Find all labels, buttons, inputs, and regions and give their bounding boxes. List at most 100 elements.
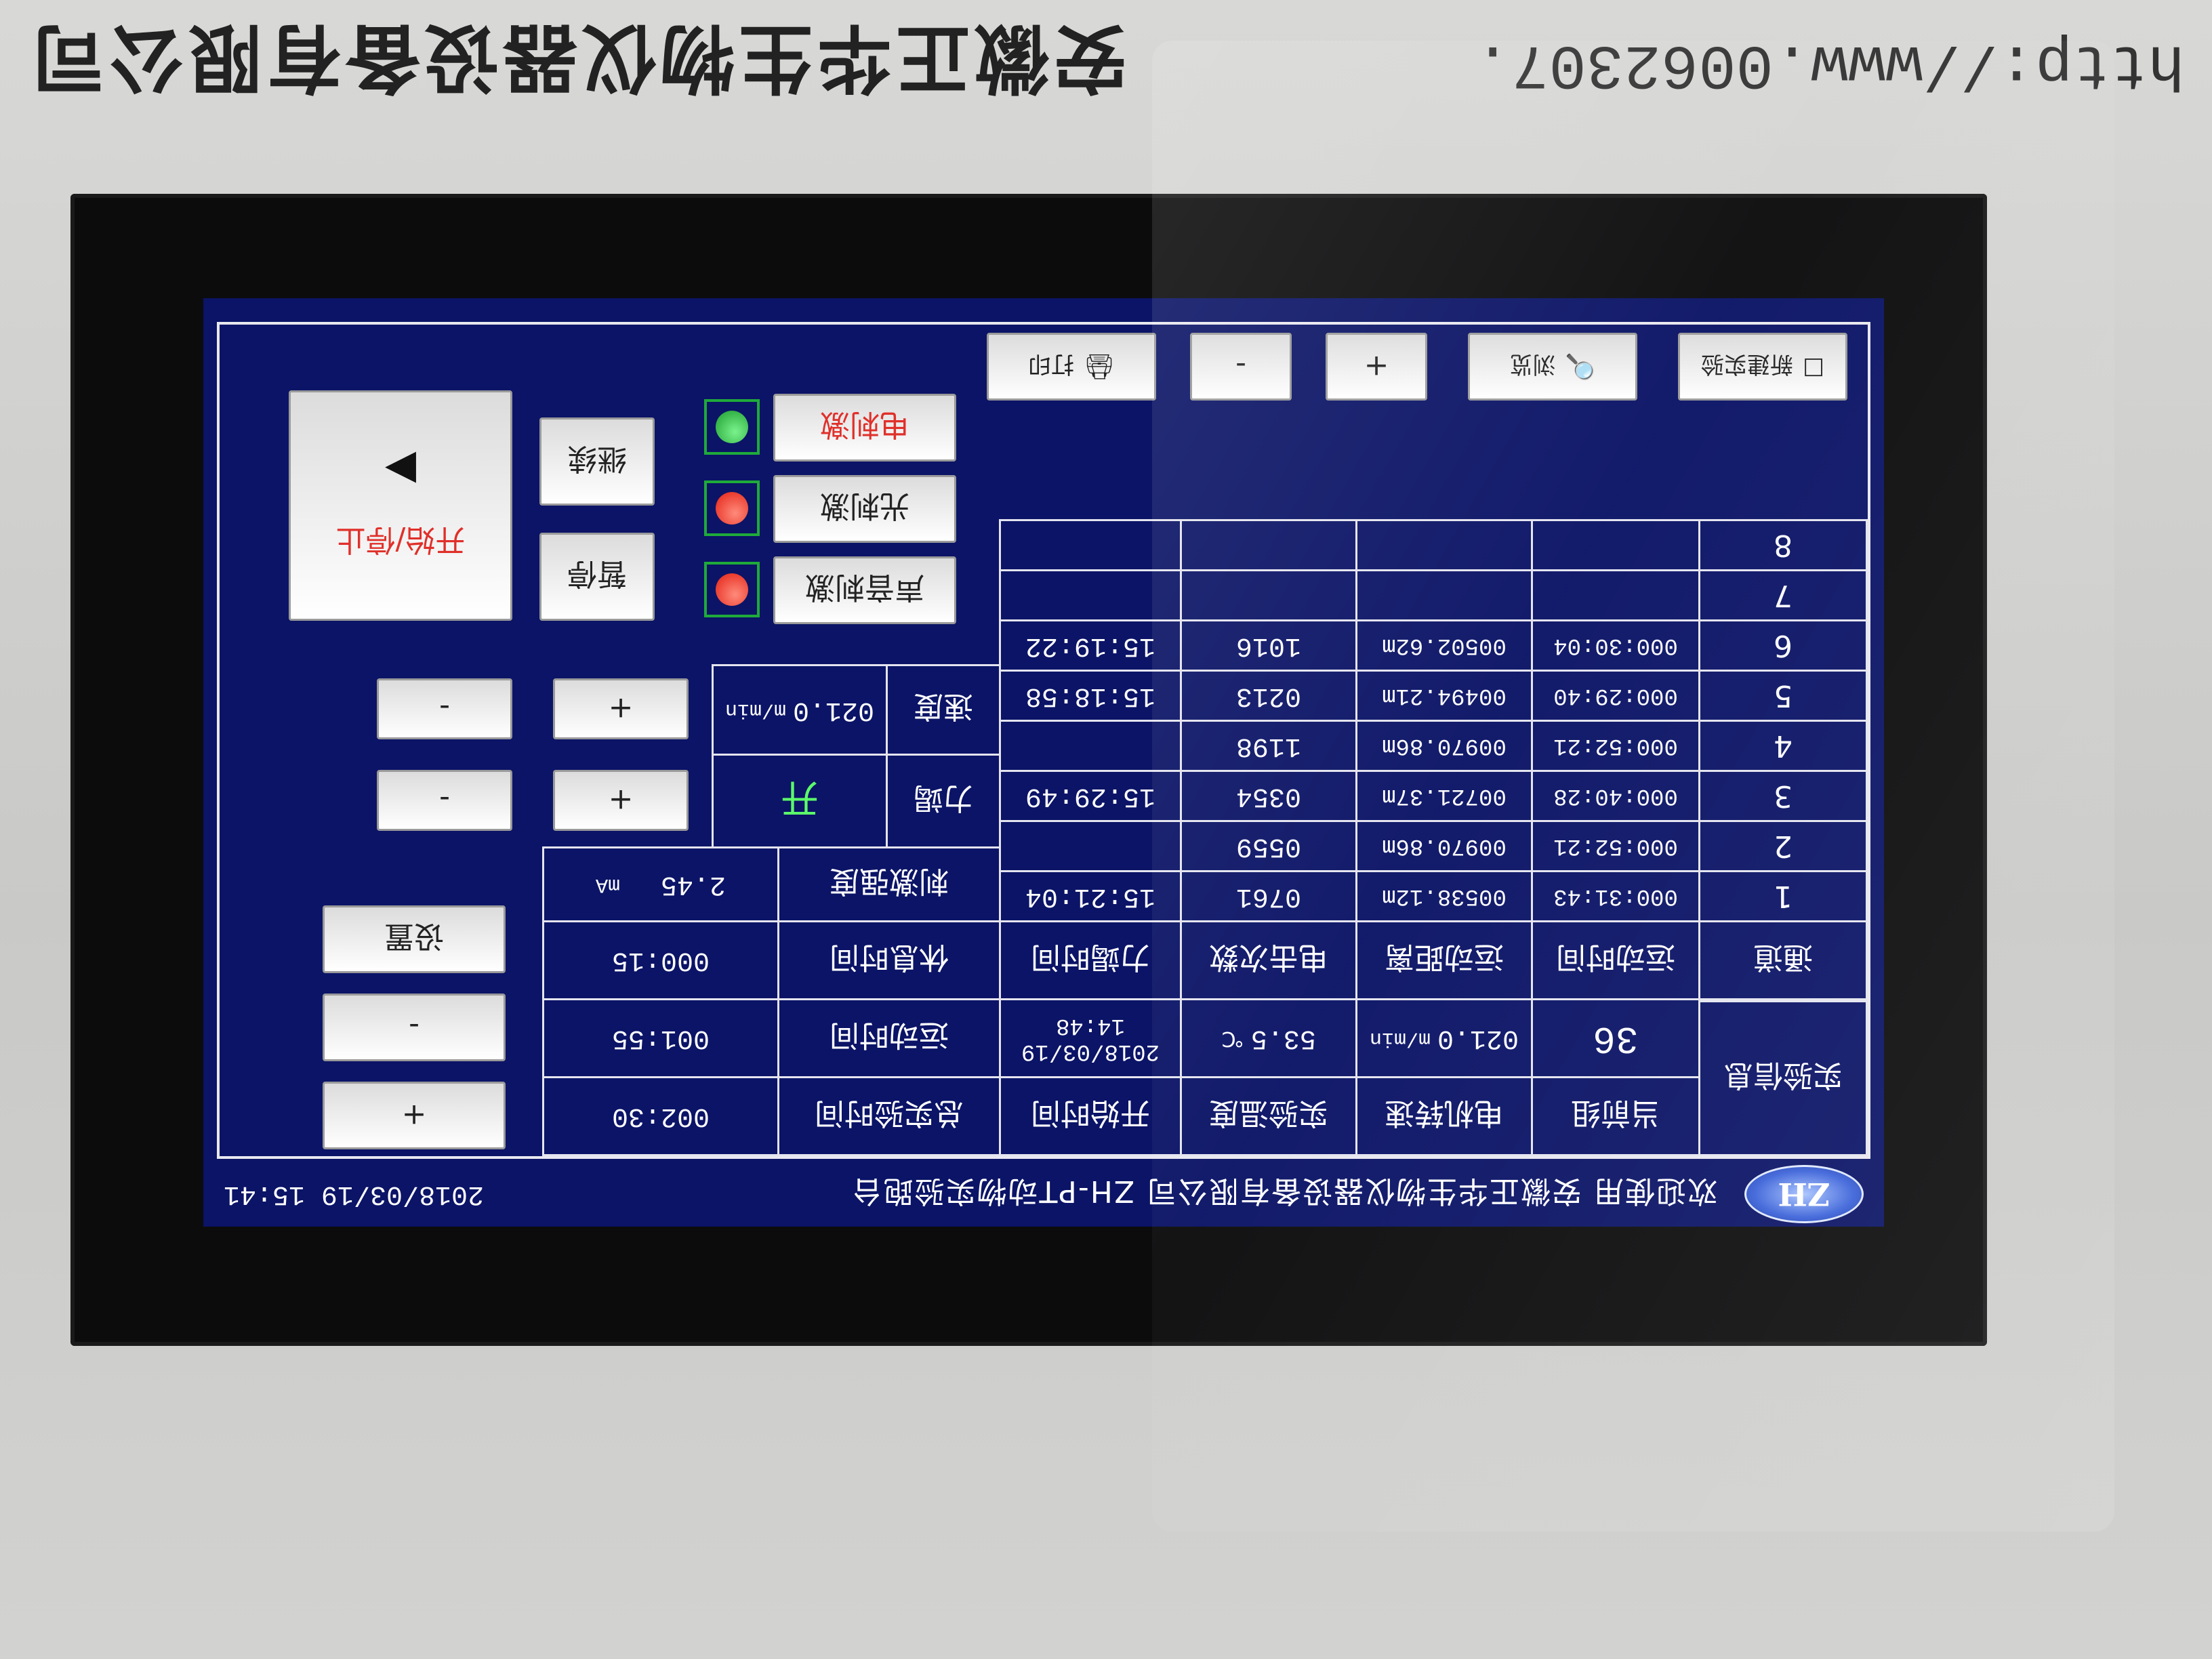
channel-2-time: 000:52:21 [1531,820,1700,872]
channel-1-shocks: 0761 [1180,870,1357,922]
run-time-label: 运动时间 [777,998,1001,1078]
set-button[interactable]: 设置 [323,905,506,973]
print-button[interactable]: 🖨 打印 [987,333,1156,401]
stim-strength-cell[interactable]: 2.45 mA [542,846,779,922]
channel-7-exhaust [999,569,1182,621]
speed-plus-button[interactable]: + [553,678,689,739]
temperature-cell: 53.5 ℃ [1180,998,1357,1078]
print-label: 打印 [1028,350,1075,378]
main-panel: 实验信息 当前组 电机转速 实验温度 开始时间 总实验时间 002:30 36 … [217,322,1870,1159]
channel-7-shocks [1180,569,1357,621]
channel-2-exhaust [999,820,1182,872]
stim-strength-value: 2.45 [661,869,726,900]
channel-1-time: 000:31:43 [1531,870,1700,922]
play-icon: ▶ [384,447,417,494]
header-datetime: 2018/03/19 15:41 [224,1179,485,1210]
speed-unit: m/min [724,698,786,722]
channel-2-ch: 2 [1698,820,1868,872]
channel-3-exhaust: 15:29:49 [999,770,1182,822]
header-exhaustion-time: 力竭时间 [999,920,1182,1000]
temperature-value: 53.5 [1250,1023,1316,1054]
channel-3-ch: 3 [1698,770,1868,822]
speed-minus-button[interactable]: - [377,678,512,739]
start-stop-button[interactable]: 开始/停止 ▶ [289,390,512,621]
exhaust-plus-button[interactable]: + [553,770,689,831]
channel-1-dist: 00538.12m [1355,870,1533,922]
header-exercise-time: 运动时间 [1531,920,1700,1000]
motor-speed-value: 021.0 [1437,1023,1519,1054]
checkbox-icon: ☐ [1802,352,1825,381]
channel-5-ch: 5 [1698,670,1868,722]
header-total-time: 总实验时间 [777,1076,1001,1156]
stim-strength-unit: mA [595,873,620,896]
case-company-name: 安徽正华生物仪器设备有限公司 [27,14,1128,102]
total-time-value: 002:30 [542,1076,779,1156]
channel-3-time: 000:40:28 [1531,770,1700,822]
header-current-group: 当前组 [1531,1076,1700,1156]
browse-label: 浏览 [1509,350,1556,378]
printer-icon: 🖨 [1084,352,1115,380]
motor-speed-unit: m/min [1369,1027,1431,1050]
sound-stim-lamp [704,562,760,617]
channel-6-shocks: 1016 [1180,619,1357,672]
header-motor-speed: 电机转速 [1355,1076,1533,1156]
time-minus-button[interactable]: - [323,994,506,1061]
channel-3-dist: 00721.37m [1355,770,1533,822]
channel-4-time: 000:52:21 [1531,720,1700,772]
exhaust-state-value[interactable]: 开 [712,754,888,848]
channel-7-dist [1355,569,1533,621]
channel-3-shocks: 0354 [1180,770,1357,822]
channel-5-dist: 00494.21m [1355,670,1533,722]
case-url: http://www.0062307. [1474,28,2185,100]
hmi-screen: ZH 欢迎使用 安徽正华生物仪器设备有限公司 ZH-PT动物实验跑台 2018/… [203,298,1884,1227]
channel-4-ch: 4 [1698,720,1868,772]
header-channel: 通道 [1698,920,1868,1000]
sound-stim-button[interactable]: 声音刺激 [773,556,956,624]
channel-8-ch: 8 [1698,519,1868,571]
toolbar-minus-button[interactable]: - [1190,333,1292,401]
stim-strength-label: 刺激强度 [777,846,1001,922]
time-plus-button[interactable]: + [323,1082,506,1149]
toolbar-plus-button[interactable]: + [1326,333,1427,401]
channel-7-ch: 7 [1698,569,1868,621]
exhaust-label: 力竭 [886,754,1001,848]
rest-time-value[interactable]: 000:15 [542,920,779,1000]
start-time-value: 2018/03/19 14:48 [999,998,1182,1078]
header-bar: ZH 欢迎使用 安徽正华生物仪器设备有限公司 ZH-PT动物实验跑台 2018/… [203,1162,1884,1227]
exhaust-minus-button[interactable]: - [377,770,512,831]
browse-button[interactable]: 🔍 浏览 [1468,333,1637,401]
zh-logo: ZH [1744,1165,1864,1223]
light-stim-button[interactable]: 光刺激 [773,475,956,543]
header-shock-count: 电击次数 [1180,920,1357,1000]
current-group-value: 36 [1531,998,1700,1078]
speed-cell[interactable]: 021.0 m/min [712,664,888,756]
channel-2-shocks: 0559 [1180,820,1357,872]
header-start-time: 开始时间 [999,1076,1182,1156]
channel-8-dist [1355,519,1533,571]
channel-6-exhaust: 15:19:22 [999,619,1182,672]
channel-8-shocks [1180,519,1357,571]
header-exercise-distance: 运动距离 [1355,920,1533,1000]
channel-6-time: 000:30:04 [1531,619,1700,672]
continue-button[interactable]: 继续 [539,417,655,506]
channel-8-exhaust [999,519,1182,571]
start-stop-label: 开始/停止 [335,523,466,557]
channel-6-ch: 6 [1698,619,1868,672]
run-time-value[interactable]: 001:55 [542,998,779,1078]
light-stim-lamp [704,480,760,536]
channel-4-exhaust [999,720,1182,772]
electric-stim-lamp [704,399,760,455]
pause-button[interactable]: 暂停 [539,533,655,621]
channel-8-time [1531,519,1700,571]
channel-2-dist: 00970.86m [1355,820,1533,872]
new-experiment-button[interactable]: ☐ 新建实验 [1678,333,1847,401]
electric-stim-button[interactable]: 电刺激 [773,394,956,462]
experiment-info-label: 实验信息 [1698,1000,1868,1156]
channel-1-ch: 1 [1698,870,1868,922]
channel-4-shocks: 1198 [1180,720,1357,772]
case-label: http://www.0062307. 安徽正华生物仪器设备有限公司 [0,0,2212,129]
channel-5-shocks: 0213 [1180,670,1357,722]
channel-5-time: 000:29:40 [1531,670,1700,722]
channel-5-exhaust: 15:18:58 [999,670,1182,722]
header-temperature: 实验温度 [1180,1076,1357,1156]
